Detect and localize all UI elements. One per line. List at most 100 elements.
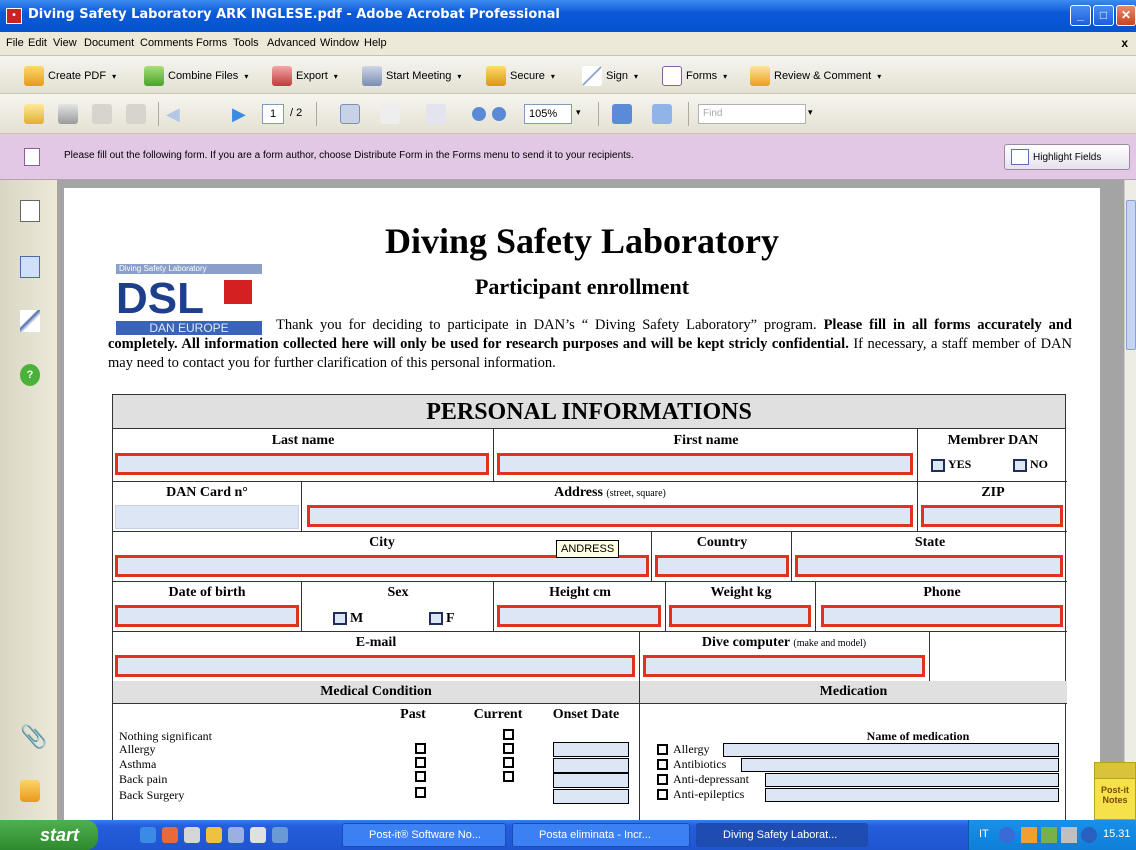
current-back-pain-checkbox[interactable] — [503, 771, 514, 782]
menu-comments[interactable]: Comments — [140, 37, 193, 49]
mail-icon[interactable] — [162, 827, 178, 843]
onset-allergy-field[interactable] — [553, 742, 629, 757]
member-yes-option[interactable]: YES — [931, 457, 971, 472]
open-icon[interactable] — [24, 104, 44, 124]
comments-icon[interactable] — [20, 780, 40, 802]
medication-antiepileptics-checkbox[interactable] — [657, 789, 668, 800]
height-field[interactable] — [497, 605, 661, 627]
volume-icon[interactable] — [1061, 827, 1077, 843]
previous-page-icon[interactable]: ◀ — [166, 104, 182, 124]
tray-arrow-icon[interactable] — [999, 827, 1015, 843]
onset-asthma-field[interactable] — [553, 758, 629, 773]
help-icon[interactable]: ? — [20, 364, 40, 386]
sign-button[interactable]: Sign ▾ — [582, 65, 638, 87]
menu-file[interactable]: File — [6, 37, 24, 49]
start-meeting-button[interactable]: Start Meeting ▾ — [362, 65, 461, 87]
scrollbar-thumb[interactable] — [1126, 200, 1136, 350]
messenger-icon[interactable] — [272, 827, 288, 843]
menu-document[interactable]: Document — [84, 37, 134, 49]
sex-male-checkbox[interactable] — [333, 612, 347, 626]
dive-computer-field[interactable] — [643, 655, 925, 677]
sex-female-checkbox[interactable] — [429, 612, 443, 626]
member-no-option[interactable]: NO — [1013, 457, 1048, 472]
network-icon[interactable] — [1041, 827, 1057, 843]
combine-files-button[interactable]: Combine Files ▾ — [144, 65, 248, 87]
zoom-tool-icon[interactable] — [426, 104, 446, 124]
review-comment-button[interactable]: Review & Comment ▾ — [750, 65, 881, 87]
signatures-icon[interactable] — [20, 310, 40, 332]
save-icon[interactable] — [92, 104, 112, 124]
current-asthma-checkbox[interactable] — [503, 757, 514, 768]
language-indicator[interactable]: IT — [979, 828, 989, 840]
past-allergy-checkbox[interactable] — [415, 743, 426, 754]
highlight-fields-button[interactable]: Highlight Fields — [1004, 144, 1130, 170]
print-icon[interactable] — [58, 104, 78, 124]
member-yes-checkbox[interactable] — [931, 458, 945, 472]
document-close-button[interactable]: x — [1121, 36, 1128, 50]
onset-back-pain-field[interactable] — [553, 773, 629, 788]
task-postit[interactable]: Post-it® Software No... — [342, 823, 506, 847]
menu-edit[interactable]: Edit — [28, 37, 47, 49]
pages-icon[interactable] — [20, 200, 40, 222]
menu-view[interactable]: View — [53, 37, 77, 49]
dan-card-field[interactable] — [115, 505, 299, 529]
first-name-field[interactable] — [497, 453, 913, 475]
zip-field[interactable] — [921, 505, 1063, 527]
address-field[interactable] — [307, 505, 913, 527]
menu-forms[interactable]: Forms — [196, 37, 227, 49]
media-icon[interactable] — [206, 827, 222, 843]
tray-app-icon[interactable] — [1021, 827, 1037, 843]
security-icon[interactable] — [1081, 827, 1097, 843]
menu-tools[interactable]: Tools — [233, 37, 259, 49]
weight-field[interactable] — [669, 605, 811, 627]
vertical-scrollbar[interactable] — [1124, 180, 1136, 820]
medication-antibiotics-checkbox[interactable] — [657, 759, 668, 770]
secure-button[interactable]: Secure ▾ — [486, 65, 555, 87]
medication-allergy-checkbox[interactable] — [657, 744, 668, 755]
forms-button[interactable]: Forms ▾ — [662, 65, 727, 87]
dob-field[interactable] — [115, 605, 299, 627]
state-field[interactable] — [795, 555, 1063, 577]
start-button[interactable]: start — [0, 820, 98, 850]
find-input[interactable]: Find — [698, 104, 806, 124]
current-nothing-checkbox[interactable] — [503, 729, 514, 740]
country-field[interactable] — [655, 555, 789, 577]
quicklaunch-app-icon[interactable] — [184, 827, 200, 843]
fit-width-icon[interactable] — [652, 104, 672, 124]
fit-page-icon[interactable] — [612, 104, 632, 124]
postit-notes-widget[interactable]: Post-it Notes — [1094, 762, 1136, 820]
maximize-button[interactable]: □ — [1093, 5, 1114, 26]
medication-antibiotics-field[interactable] — [741, 758, 1059, 772]
minimize-button[interactable]: _ — [1070, 5, 1091, 26]
find-dropdown-icon[interactable]: ▾ — [808, 107, 813, 118]
city-field[interactable] — [115, 555, 649, 577]
create-pdf-button[interactable]: Create PDF ▾ — [24, 65, 116, 87]
task-acrobat[interactable]: Diving Safety Laborat... — [696, 823, 868, 847]
email-icon[interactable] — [126, 104, 146, 124]
export-button[interactable]: Export ▾ — [272, 65, 338, 87]
zoom-level-select[interactable]: 105% — [524, 104, 572, 124]
hand-tool-icon[interactable] — [380, 104, 400, 124]
task-mail[interactable]: Posta eliminata - Incr... — [512, 823, 690, 847]
bookmarks-icon[interactable] — [20, 256, 40, 278]
select-tool-icon[interactable] — [340, 104, 360, 124]
medication-antidepressant-field[interactable] — [765, 773, 1059, 787]
menu-window[interactable]: Window — [320, 37, 359, 49]
calculator-icon[interactable] — [250, 827, 266, 843]
past-asthma-checkbox[interactable] — [415, 757, 426, 768]
sex-female-option[interactable]: F — [429, 611, 455, 627]
email-field[interactable] — [115, 655, 635, 677]
zoom-out-icon[interactable] — [472, 107, 486, 121]
ie-icon[interactable] — [140, 827, 156, 843]
phone-field[interactable] — [821, 605, 1063, 627]
past-back-pain-checkbox[interactable] — [415, 771, 426, 782]
menu-help[interactable]: Help — [364, 37, 387, 49]
medication-antiepileptics-field[interactable] — [765, 788, 1059, 802]
attachments-icon[interactable]: 📎 — [20, 726, 47, 748]
next-page-icon[interactable]: ▶ — [232, 104, 248, 124]
close-button[interactable]: ✕ — [1116, 5, 1136, 26]
current-allergy-checkbox[interactable] — [503, 743, 514, 754]
page-number-input[interactable]: 1 — [262, 104, 284, 124]
onset-back-surgery-field[interactable] — [553, 789, 629, 804]
sex-male-option[interactable]: M — [333, 611, 363, 627]
